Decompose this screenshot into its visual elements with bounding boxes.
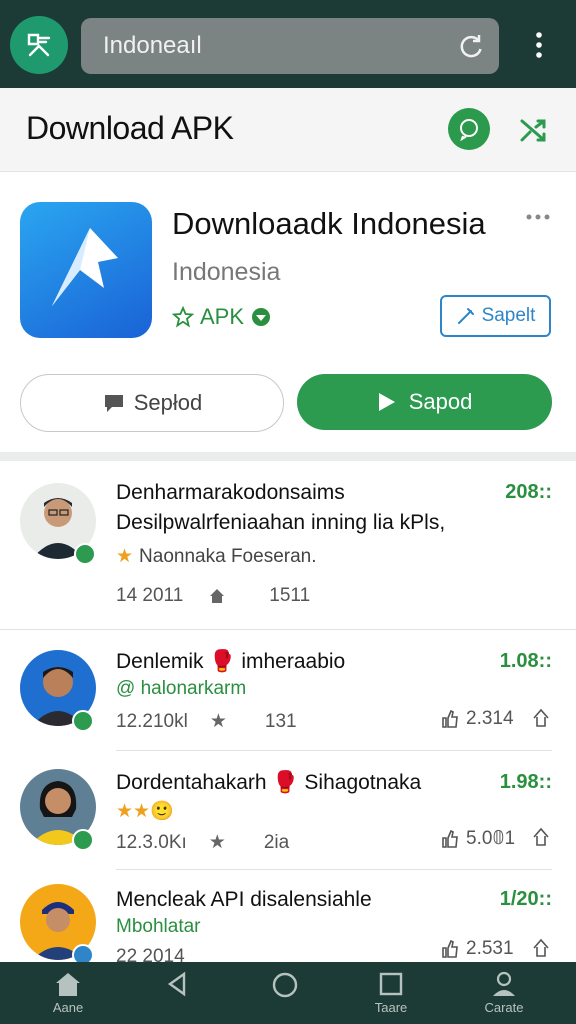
review-score: 1.08:: [499,650,552,672]
primary-action-label: Sapod [408,389,473,414]
browser-toolbar: Indoneaıl [0,0,576,88]
review-date: 12.210kl [116,710,188,732]
bottom-navigation: Aane Taare Carate [0,962,576,1024]
person-icon [493,971,515,996]
page-header: Download APK [0,88,576,172]
review-meta: 14 2011 1511 [116,585,310,607]
review-meta: 12.210kl ★ 131 [116,710,297,733]
review-author: Dordentahakarh 🥊 Sihagotnaka [116,771,422,794]
url-text: Indoneaıl [103,32,202,59]
thumb-up-icon [442,829,458,848]
review-count: 2ia [263,831,290,853]
review-rating: ★★🙂 [116,801,174,822]
like-group[interactable]: 2.314 [440,708,514,730]
verified-badge-icon [74,543,96,565]
play-icon [378,393,395,411]
star-small-icon: ★ [208,832,226,853]
refresh-icon[interactable] [455,30,487,62]
app-subtitle: Indonesia [172,258,281,286]
review-author: Mencleak API disalensiahle [116,888,372,911]
review-handle: @ halonarkarm [116,678,247,699]
apk-badge: APK [172,304,272,330]
app-title: Downloaadk Indonesia [172,206,486,241]
back-icon [167,971,186,997]
verified-badge-icon [72,829,94,851]
like-group[interactable]: 2.531 [440,938,514,960]
review-tag-label: Naonnaka Foeseran. [139,545,317,567]
home-icon [56,973,80,996]
review-score: 1.98:: [499,771,552,793]
star-icon: ★ [116,546,134,567]
save-button[interactable]: Sapelt [440,295,551,337]
review-handle: Mbohlatar [116,916,201,937]
like-count: 2.531 [466,938,514,959]
chat-button[interactable] [448,108,490,150]
thumb-up-icon [442,709,458,728]
comment-icon [104,395,123,412]
page-title: Download APK [26,110,234,146]
star-outline-icon [172,306,194,328]
like-count: 2.314 [466,708,514,729]
review-score: 1/20:: [499,888,552,910]
nav-home[interactable]: Aane [28,970,108,1015]
thumb-up-icon [442,939,458,958]
nav-back[interactable] [138,970,218,1000]
nav-recents[interactable]: Taare [351,970,431,1015]
more-vert-icon[interactable] [528,28,550,62]
save-button-label: Sapelt [481,305,536,326]
more-horiz-icon[interactable] [524,210,552,224]
home-small-icon [210,589,225,603]
browser-logo-icon[interactable] [10,16,68,74]
primary-action-button[interactable]: Sapod [297,374,552,430]
verified-icon [252,308,271,326]
app-icon[interactable] [20,202,152,338]
secondary-action-label: Sepłod [133,390,203,415]
share-icon[interactable] [532,938,550,958]
review-date: 12.3.0Kı [116,831,187,853]
nav-home-label: Aane [52,1000,84,1015]
nav-profile-label: Carate [484,1000,524,1015]
share-icon[interactable] [532,708,550,728]
chat-icon [460,119,478,141]
review-item[interactable]: Denlemik 🥊 imheraabio 1.08:: @ halonarka… [0,630,576,750]
shuffle-icon[interactable] [516,112,552,148]
verified-badge-icon [72,710,94,732]
review-item[interactable]: Dordentahakarh 🥊 Sihagotnaka 1.98:: ★★🙂 … [0,751,576,869]
like-group[interactable]: 5.0𝟘1 [440,827,515,850]
review-count: 1511 [269,585,311,606]
review-date: 14 2011 [116,585,184,606]
nav-recents-label: Taare [374,1000,408,1015]
circle-home-icon [272,972,298,998]
secondary-action-button[interactable]: Sepłod [20,374,284,432]
review-tag: ★ Naonnaka Foeseran. [116,545,317,568]
review-count: 131 [264,710,297,732]
apk-badge-label: APK [200,304,245,329]
review-item[interactable]: Denharmarakodonsaims 208:: Desilpwalrfen… [0,461,576,629]
section-separator [0,452,576,461]
like-count: 5.0𝟘1 [466,828,516,849]
app-card: Downloaadk Indonesia Indonesia APK Sapel… [0,172,576,452]
nav-profile[interactable]: Carate [464,970,544,1015]
verified-badge-icon [72,944,94,962]
nav-system-home[interactable] [245,970,325,1002]
review-author: Denlemik 🥊 imheraabio [116,650,346,673]
share-icon[interactable] [532,827,550,847]
review-date: 22 2014 [116,946,185,962]
review-meta: 22 2014 [116,946,185,962]
url-field[interactable]: Indoneaıl [81,18,499,74]
review-score: 208:: [505,481,552,503]
square-icon [379,972,403,996]
review-text: Desilpwalrfeniaahan inning lia kPls, [116,511,446,534]
pin-icon [457,308,474,324]
review-item[interactable]: Mencleak API disalensiahle 1/20:: Mbohla… [0,870,576,962]
star-small-icon: ★ [209,711,227,732]
review-meta: 12.3.0Kı ★ 2ia [116,831,289,854]
review-author: Denharmarakodonsaims [116,481,345,504]
